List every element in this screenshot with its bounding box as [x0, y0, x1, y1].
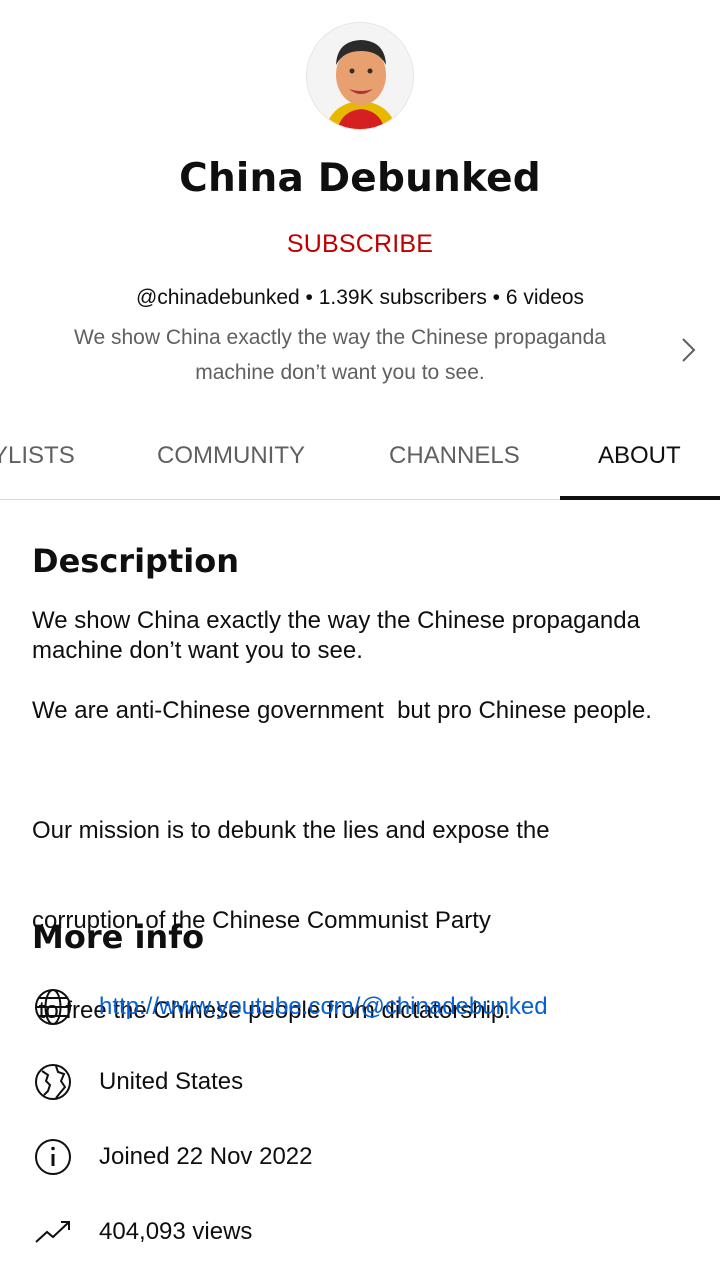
trending-icon: [32, 1211, 74, 1253]
description-line: We show China exactly the way the Chines…: [32, 607, 640, 634]
views-count-text: 404,093 views: [99, 1218, 253, 1245]
joined-date-text: Joined 22 Nov 2022: [99, 1143, 313, 1170]
tab-community[interactable]: COMMUNITY: [157, 442, 305, 470]
globe-icon: [32, 986, 74, 1028]
channel-tabs: YLISTS COMMUNITY CHANNELS ABOUT: [0, 420, 720, 500]
description-line: Our mission is to debunk the lies and ex…: [32, 817, 550, 844]
description-heading: Description: [32, 542, 239, 580]
info-icon: [32, 1136, 74, 1178]
channel-url-link[interactable]: http://www.youtube.com/@chinadebunked: [99, 993, 548, 1021]
tab-about[interactable]: ABOUT: [598, 442, 681, 470]
tagline-line-2: machine don’t want you to see.: [195, 361, 485, 384]
info-row-views: 404,093 views: [32, 1210, 252, 1254]
channel-name: China Debunked: [179, 156, 541, 201]
tab-channels[interactable]: CHANNELS: [389, 442, 520, 470]
tab-playlists[interactable]: YLISTS: [0, 442, 75, 470]
channel-avatar[interactable]: [306, 22, 414, 130]
description-paragraph-2: We are anti-Chinese government but pro C…: [32, 697, 652, 724]
info-row-location: United States: [32, 1060, 243, 1104]
map-globe-icon: [32, 1061, 74, 1103]
location-text: United States: [99, 1068, 244, 1095]
tagline-line-1: We show China exactly the way the Chines…: [74, 326, 606, 349]
subscribe-button[interactable]: SUBSCRIBE: [0, 230, 720, 259]
description-line: machine don’t want you to see.: [32, 637, 363, 664]
description-paragraph-1: We show China exactly the way the Chines…: [32, 606, 702, 666]
active-tab-indicator: [560, 496, 720, 500]
info-row-joined: Joined 22 Nov 2022: [32, 1135, 313, 1179]
chevron-right-icon[interactable]: [676, 334, 700, 366]
channel-tagline[interactable]: We show China exactly the way the Chines…: [40, 320, 640, 390]
more-info-heading: More info: [32, 918, 205, 956]
channel-meta: @chinadebunked • 1.39K subscribers • 6 v…: [135, 286, 585, 309]
info-row-link[interactable]: http://www.youtube.com/@chinadebunked: [32, 985, 548, 1029]
